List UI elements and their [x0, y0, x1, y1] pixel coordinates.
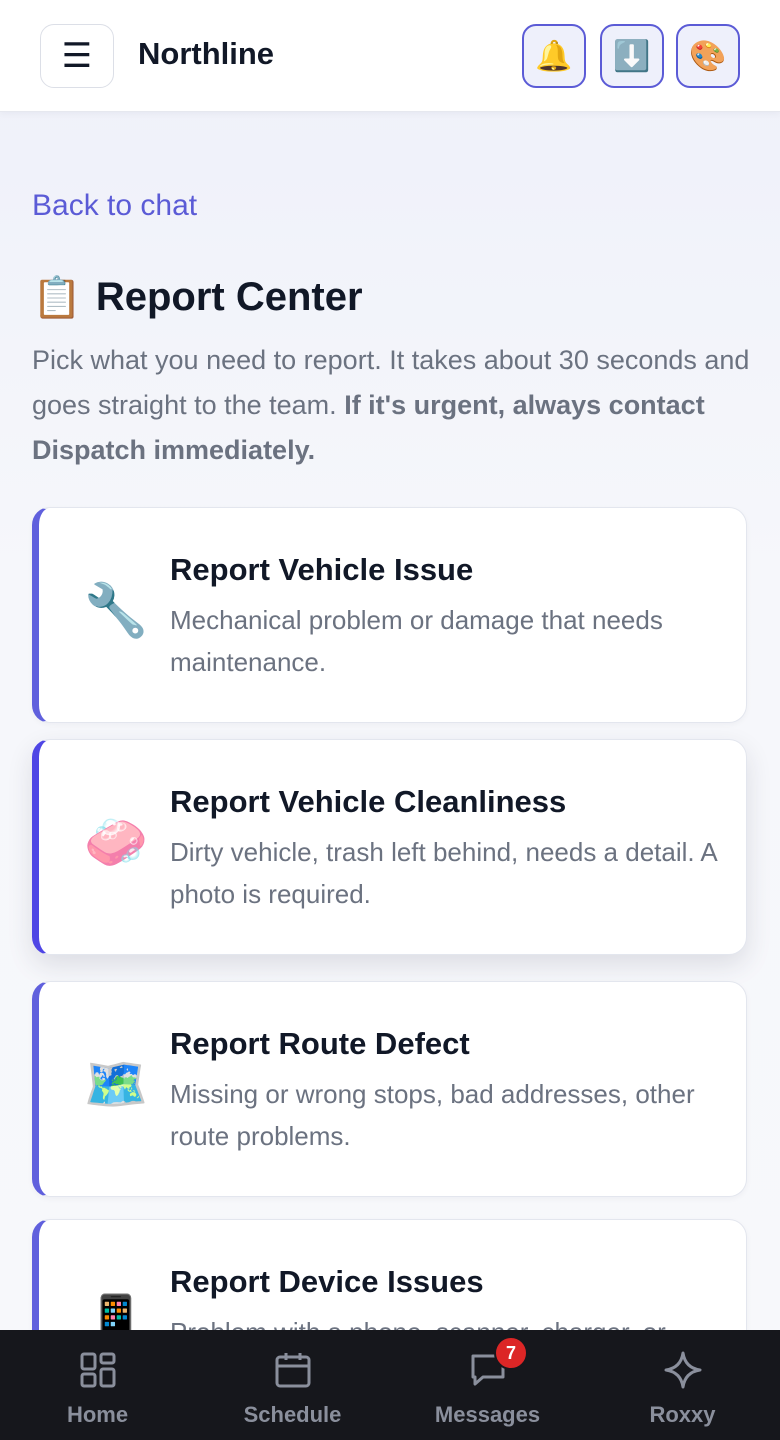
hamburger-icon: ☰ [61, 37, 93, 75]
card-description: Missing or wrong stops, bad addresses, o… [170, 1079, 695, 1151]
nav-label: Messages [434, 1402, 541, 1427]
card-title: Report Vehicle Cleanliness [170, 784, 567, 819]
page-title: Report Center [95, 275, 363, 319]
sparkle-icon [664, 1351, 701, 1389]
brand-name: Northline [138, 36, 275, 71]
top-bar: ☰ Northline 🔔 ⬇️ 🎨 [0, 0, 780, 112]
messages-badge: 7 [494, 1336, 528, 1370]
card-title: Report Route Defect [170, 1026, 470, 1061]
wrench-icon: 🔧 [83, 581, 149, 641]
nav-item-messages[interactable]: 7 Messages [390, 1330, 585, 1440]
report-center-page: ☰ Northline 🔔 ⬇️ 🎨 Back to chat 📋 Report… [0, 0, 780, 1440]
intro-text: Pick what you need to report. It takes a… [32, 338, 752, 473]
nav-item-home[interactable]: Home [0, 1330, 195, 1440]
download-icon: ⬇️ [613, 38, 651, 74]
map-icon: 🗺️ [83, 1055, 149, 1115]
nav-item-schedule[interactable]: Schedule [195, 1330, 390, 1440]
nav-label: Home [66, 1402, 129, 1427]
card-description: Dirty vehicle, trash left behind, needs … [170, 837, 717, 909]
soap-icon: 🧼 [83, 813, 149, 873]
back-to-chat-link[interactable]: Back to chat [32, 189, 197, 223]
card-description: Mechanical problem or damage that needs … [170, 605, 663, 677]
bell-icon: 🔔 [535, 38, 573, 74]
report-card-vehicle-cleanliness[interactable]: 🧼 Report Vehicle Cleanliness Dirty vehic… [32, 739, 747, 955]
page-title-row: 📋 Report Center [32, 274, 363, 321]
clipboard-icon: 📋 [32, 275, 82, 321]
report-card-vehicle-issue[interactable]: 🔧 Report Vehicle Issue Mechanical proble… [32, 507, 747, 723]
nav-item-roxxy[interactable]: Roxxy [585, 1330, 780, 1440]
card-title: Report Vehicle Issue [170, 552, 474, 587]
card-title: Report Device Issues [170, 1264, 484, 1299]
download-button[interactable]: ⬇️ [600, 24, 664, 88]
report-card-route-defect[interactable]: 🗺️ Report Route Defect Missing or wrong … [32, 981, 747, 1197]
calendar-icon [275, 1353, 310, 1388]
nav-label: Roxxy [649, 1402, 716, 1427]
notifications-button[interactable]: 🔔 [522, 24, 586, 88]
grid-icon [80, 1352, 115, 1388]
palette-icon: 🎨 [689, 38, 727, 74]
theme-button[interactable]: 🎨 [676, 24, 740, 88]
bottom-nav: Home Schedule 7 Messages Roxxy [0, 1330, 780, 1440]
nav-label: Schedule [243, 1402, 342, 1427]
menu-button[interactable]: ☰ [40, 24, 114, 88]
